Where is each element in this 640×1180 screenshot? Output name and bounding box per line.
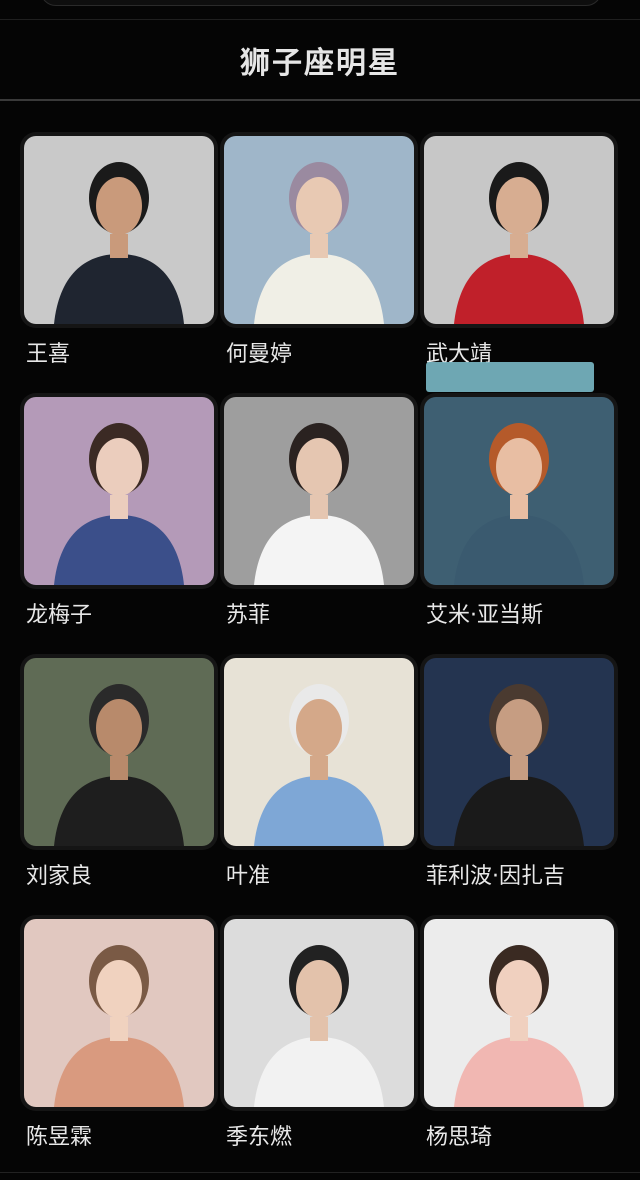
portrait-image [424,919,614,1107]
celebrity-name[interactable]: 杨思琦 [426,1119,492,1151]
page-header: 狮子座明星 [0,20,640,100]
portrait-image [224,397,414,585]
celebrity-card[interactable]: 武大靖 [424,136,614,397]
celebrity-name[interactable]: 苏菲 [226,597,270,629]
celebrity-name[interactable]: 何曼婷 [226,336,292,368]
celebrity-name[interactable]: 叶准 [226,858,270,890]
portrait-image [424,397,614,585]
celebrity-photo[interactable] [424,397,614,585]
celebrity-card[interactable]: 叶准 [224,658,414,919]
celebrity-card[interactable]: 刘家良 [24,658,214,919]
celebrity-card[interactable]: 苏菲 [224,397,414,658]
portrait-image [424,658,614,846]
portrait-image [24,919,214,1107]
celebrity-photo[interactable] [24,919,214,1107]
celebrity-photo[interactable] [24,136,214,324]
celebrity-card[interactable]: 艾米·亚当斯 [424,397,614,658]
highlight-bar [426,362,594,392]
celebrity-name[interactable]: 陈昱霖 [26,1119,92,1151]
celebrity-card[interactable]: 陈昱霖 [24,919,214,1180]
celebrity-card[interactable]: 龙梅子 [24,397,214,658]
celebrity-card[interactable]: 杨思琦 [424,919,614,1180]
celebrity-card[interactable]: 菲利波·因扎吉 [424,658,614,919]
portrait-image [24,136,214,324]
celebrity-card[interactable]: 王喜 [24,136,214,397]
celebrity-photo[interactable] [224,919,414,1107]
celebrity-photo[interactable] [424,658,614,846]
celebrity-card[interactable]: 何曼婷 [224,136,414,397]
celebrity-photo[interactable] [24,658,214,846]
portrait-image [224,658,414,846]
celebrity-name[interactable]: 王喜 [26,336,70,368]
celebrity-name[interactable]: 龙梅子 [26,597,92,629]
portrait-image [24,658,214,846]
portrait-image [224,919,414,1107]
bottom-divider [0,1172,640,1173]
celebrity-photo[interactable] [224,658,414,846]
celebrity-card[interactable]: 季东燃 [224,919,414,1180]
celebrity-photo[interactable] [224,397,414,585]
celebrity-name[interactable]: 季东燃 [226,1119,292,1151]
header-divider [0,99,640,101]
portrait-image [424,136,614,324]
celebrity-photo[interactable] [224,136,414,324]
celebrity-grid: 王喜 何曼婷 武大靖龙梅子 苏菲 艾米·亚当斯刘家良 叶准 菲利波·因扎吉陈昱霖 季东燃 杨思琦 [24,136,616,1180]
celebrity-photo[interactable] [424,136,614,324]
celebrity-name[interactable]: 菲利波·因扎吉 [426,858,565,890]
celebrity-photo[interactable] [24,397,214,585]
celebrity-name[interactable]: 刘家良 [26,858,92,890]
celebrity-photo[interactable] [424,919,614,1107]
portrait-image [24,397,214,585]
search-bar-edge[interactable] [40,0,602,6]
celebrity-name[interactable]: 艾米·亚当斯 [426,597,543,629]
portrait-image [224,136,414,324]
page-title: 狮子座明星 [240,46,400,81]
